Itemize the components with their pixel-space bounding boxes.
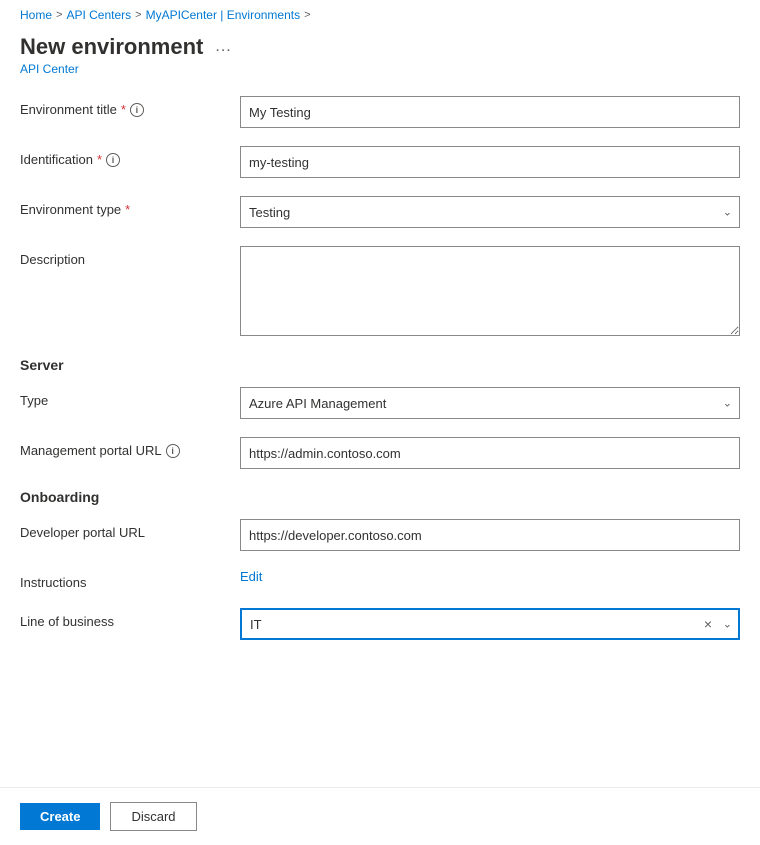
page-header: New environment ...: [20, 34, 740, 60]
mgmt-url-info-icon[interactable]: i: [166, 444, 180, 458]
breadcrumb-sep-2: >: [135, 9, 141, 21]
lob-select-wrapper: IT × ⌄: [240, 608, 740, 640]
form-container: Environment title * i Identification * i: [20, 96, 740, 640]
instructions-label: Instructions: [20, 575, 86, 590]
env-type-value: Testing: [249, 205, 290, 220]
env-title-label-col: Environment title * i: [20, 96, 240, 117]
env-type-required: *: [125, 202, 130, 217]
lob-control: IT × ⌄: [240, 608, 740, 640]
env-type-select-wrapper[interactable]: Testing ⌄: [240, 196, 740, 228]
env-title-required: *: [121, 102, 126, 117]
lob-select[interactable]: IT: [240, 608, 740, 640]
breadcrumb: Home > API Centers > MyAPICenter | Envir…: [0, 0, 760, 30]
description-label: Description: [20, 252, 85, 267]
dev-portal-url-label-col: Developer portal URL: [20, 519, 240, 540]
ellipsis-button[interactable]: ...: [211, 36, 235, 58]
identification-label-col: Identification * i: [20, 146, 240, 167]
breadcrumb-sep-1: >: [56, 9, 62, 21]
lob-label-col: Line of business: [20, 608, 240, 629]
lob-clear-button[interactable]: ×: [702, 614, 714, 634]
env-title-control: [240, 96, 740, 128]
breadcrumb-myapicenter[interactable]: MyAPICenter | Environments: [146, 8, 301, 22]
identification-row: Identification * i: [20, 146, 740, 178]
onboarding-section-heading: Onboarding: [20, 489, 740, 505]
identification-required: *: [97, 152, 102, 167]
instructions-label-col: Instructions: [20, 569, 240, 590]
server-type-chevron-icon: ⌄: [723, 397, 732, 410]
dev-portal-url-control: [240, 519, 740, 551]
env-type-label-col: Environment type *: [20, 196, 240, 217]
description-row: Description: [20, 246, 740, 339]
lob-label: Line of business: [20, 614, 114, 629]
instructions-row: Instructions Edit: [20, 569, 740, 590]
env-type-control: Testing ⌄: [240, 196, 740, 228]
env-title-row: Environment title * i: [20, 96, 740, 128]
lob-row: Line of business IT × ⌄: [20, 608, 740, 640]
server-type-row: Type Azure API Management ⌄: [20, 387, 740, 419]
server-type-control: Azure API Management ⌄: [240, 387, 740, 419]
create-button[interactable]: Create: [20, 803, 100, 830]
server-type-select-wrapper[interactable]: Azure API Management ⌄: [240, 387, 740, 419]
breadcrumb-api-centers[interactable]: API Centers: [66, 8, 131, 22]
identification-info-icon[interactable]: i: [106, 153, 120, 167]
mgmt-url-row: Management portal URL i: [20, 437, 740, 469]
env-title-label: Environment title: [20, 102, 117, 117]
dev-portal-url-label: Developer portal URL: [20, 525, 145, 540]
description-textarea[interactable]: [240, 246, 740, 336]
dev-portal-url-input[interactable]: [240, 519, 740, 551]
server-type-label: Type: [20, 393, 48, 408]
mgmt-url-control: [240, 437, 740, 469]
env-title-input[interactable]: [240, 96, 740, 128]
server-section-heading: Server: [20, 357, 740, 373]
env-type-row: Environment type * Testing ⌄: [20, 196, 740, 228]
instructions-control: Edit: [240, 569, 740, 584]
breadcrumb-home[interactable]: Home: [20, 8, 52, 22]
page-title: New environment: [20, 34, 203, 60]
identification-input[interactable]: [240, 146, 740, 178]
env-title-info-icon[interactable]: i: [130, 103, 144, 117]
env-type-select[interactable]: Testing ⌄: [240, 196, 740, 228]
description-control: [240, 246, 740, 339]
instructions-edit-link[interactable]: Edit: [240, 569, 262, 584]
mgmt-url-label-col: Management portal URL i: [20, 437, 240, 458]
server-type-value: Azure API Management: [249, 396, 386, 411]
page-subtitle: API Center: [20, 62, 740, 76]
dev-portal-url-row: Developer portal URL: [20, 519, 740, 551]
lob-value: IT: [250, 617, 262, 632]
server-type-select[interactable]: Azure API Management ⌄: [240, 387, 740, 419]
server-type-label-col: Type: [20, 387, 240, 408]
mgmt-url-label: Management portal URL: [20, 443, 162, 458]
identification-control: [240, 146, 740, 178]
description-label-col: Description: [20, 246, 240, 267]
env-type-chevron-icon: ⌄: [723, 206, 732, 219]
footer: Create Discard: [0, 787, 760, 845]
env-type-label: Environment type: [20, 202, 121, 217]
breadcrumb-sep-3: >: [304, 9, 310, 21]
identification-label: Identification: [20, 152, 93, 167]
mgmt-url-input[interactable]: [240, 437, 740, 469]
discard-button[interactable]: Discard: [110, 802, 196, 831]
